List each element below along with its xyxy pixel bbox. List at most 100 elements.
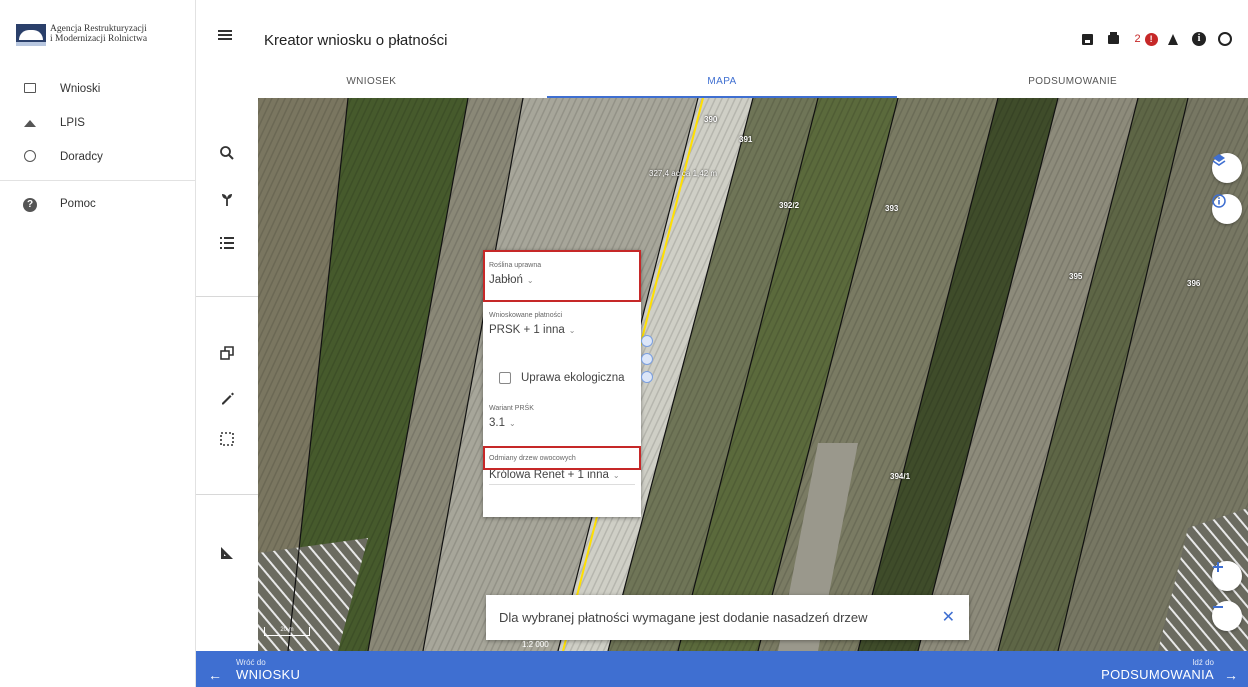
parcel-attributes-popup: Roślina uprawna Jabłoń ⌄ Wnioskowane płat…: [483, 250, 641, 517]
print-icon: [1107, 31, 1119, 44]
next-target: PODSUMOWANIA: [1101, 667, 1214, 682]
page-title: Kreator wniosku o płatności: [264, 32, 448, 49]
toolbar-divider: [196, 494, 258, 495]
sidebar-item-label: Wnioski: [60, 83, 101, 95]
measure-label: 327,4 ac ca 1,42 m: [649, 169, 718, 178]
side-control-button[interactable]: [641, 335, 653, 347]
account-button[interactable]: [1212, 31, 1238, 47]
parcel-label: 393: [885, 204, 899, 213]
print-button[interactable]: [1100, 31, 1126, 47]
plus-icon: [1213, 562, 1223, 572]
parcel-label: 391: [739, 135, 753, 144]
side-control-button[interactable]: [641, 353, 653, 365]
list-icon: [220, 237, 234, 249]
layers-button[interactable]: [1212, 153, 1242, 183]
copy-icon: [220, 346, 234, 360]
popup-side-controls: [641, 335, 653, 389]
sidebar-nav: Wnioski LPIS Doradcy ? Pomoc: [0, 72, 196, 221]
map-view[interactable]: 390 391 327,4 ac ca 1,42 m 392/2 393 395…: [258, 98, 1248, 651]
info-circle-icon: [1212, 194, 1226, 208]
back-target: WNIOSKU: [236, 667, 301, 682]
tab-podsumowanie[interactable]: PODSUMOWANIE: [897, 70, 1248, 98]
back-caption: Wróć do: [236, 658, 266, 667]
tab-mapa[interactable]: MAPA: [546, 70, 898, 98]
selection-icon: [220, 432, 234, 446]
save-icon: [1081, 33, 1093, 45]
variant-field[interactable]: Wariant PRŚK 3.1 ⌄: [489, 405, 635, 432]
payments-field[interactable]: Wnioskowane płatności PRSK + 1 inna ⌄: [489, 312, 635, 339]
edit-tool[interactable]: [196, 383, 258, 413]
sidebar-item-pomoc[interactable]: ? Pomoc: [0, 187, 196, 221]
errors-button[interactable]: 2 !: [1126, 31, 1160, 47]
info-button[interactable]: i: [1186, 31, 1212, 47]
sidebar-item-wnioski[interactable]: Wnioski: [0, 72, 196, 106]
mountain-icon: [20, 116, 40, 130]
arimr-logo-icon: [16, 24, 46, 46]
sidebar-item-lpis[interactable]: LPIS: [0, 106, 196, 140]
layers-icon: [1212, 154, 1226, 166]
user-icon: [1218, 32, 1232, 46]
sidebar-item-doradcy[interactable]: Doradcy: [0, 140, 196, 174]
sprout-icon: [222, 194, 232, 206]
app-header: Kreator wniosku o płatności 2 ! i: [196, 0, 1248, 70]
varieties-highlight: [483, 446, 641, 470]
alert-icon: !: [1144, 32, 1158, 46]
scale-bar: 20 m: [264, 627, 310, 636]
next-caption: Idź do: [1192, 658, 1214, 667]
parcel-label: 390: [704, 115, 718, 124]
map-info-button[interactable]: [1212, 194, 1242, 224]
agency-logo[interactable]: Agencja Restrukturyzacji i Modernizacji …: [16, 24, 147, 46]
info-icon: i: [1192, 32, 1206, 46]
brand-line-2: i Modernizacji Rolnictwa: [50, 34, 148, 44]
varieties-value: Królowa Renet + 1 inna: [489, 469, 609, 481]
zoom-in-button[interactable]: [1212, 561, 1242, 591]
help-icon: ?: [20, 196, 40, 212]
parcel-label: 396: [1187, 279, 1201, 288]
bell-icon: [1168, 33, 1178, 45]
aerial-imagery: [258, 98, 1248, 651]
arrow-left-icon: ←: [208, 667, 222, 683]
face-icon: [20, 149, 40, 165]
measure-tool[interactable]: [196, 538, 258, 568]
menu-icon[interactable]: [218, 30, 232, 42]
sidebar-item-label: Doradcy: [60, 151, 103, 163]
chevron-down-icon: ⌄: [509, 419, 516, 428]
snackbar-message: Dla wybranej płatności wymagane jest dod…: [499, 610, 868, 625]
payments-value: PRSK + 1 inna: [489, 324, 565, 336]
list-tool[interactable]: [196, 228, 258, 258]
arrow-right-icon: →: [1224, 667, 1238, 683]
back-button[interactable]: ← Wróć do WNIOSKU: [208, 657, 300, 683]
search-tool[interactable]: [196, 138, 258, 168]
close-icon[interactable]: ✕: [942, 607, 955, 627]
parcel-label: 395: [1069, 272, 1083, 281]
brand-line-1: Agencja Restrukturyzacji: [50, 24, 147, 34]
organic-checkbox[interactable]: Uprawa ekologiczna: [499, 372, 625, 384]
organic-label: Uprawa ekologiczna: [521, 372, 625, 384]
pencil-icon: [222, 392, 234, 405]
sidebar-item-label: Pomoc: [60, 198, 96, 210]
side-control-button[interactable]: [641, 371, 653, 383]
snackbar: Dla wybranej płatności wymagane jest dod…: [486, 595, 969, 640]
checkbox-icon: [499, 372, 511, 384]
variant-label: Wariant PRŚK: [489, 405, 534, 412]
save-button[interactable]: [1074, 31, 1100, 47]
error-count: 2: [1134, 33, 1141, 45]
crop-highlight: [483, 250, 641, 302]
toolbar-divider: [196, 296, 258, 297]
notifications-button[interactable]: [1160, 31, 1186, 47]
scale-ratio: 1:2 000: [522, 640, 549, 649]
variant-value: 3.1: [489, 417, 505, 429]
sidebar: Agencja Restrukturyzacji i Modernizacji …: [0, 0, 196, 687]
minus-icon: [1213, 606, 1223, 608]
zoom-out-button[interactable]: [1212, 601, 1242, 631]
chevron-down-icon: ⌄: [612, 471, 620, 480]
tab-bar: WNIOSEK MAPA PODSUMOWANIE: [196, 70, 1248, 98]
select-area-tool[interactable]: [196, 424, 258, 454]
payments-label: Wnioskowane płatności: [489, 312, 563, 319]
parcel-label: 392/2: [779, 201, 800, 210]
plant-tool[interactable]: [196, 184, 258, 214]
header-actions: 2 ! i: [1074, 31, 1238, 47]
next-button[interactable]: Idź do PODSUMOWANIA →: [1101, 657, 1238, 683]
tab-wniosek[interactable]: WNIOSEK: [196, 70, 547, 98]
copy-tool[interactable]: [196, 338, 258, 368]
